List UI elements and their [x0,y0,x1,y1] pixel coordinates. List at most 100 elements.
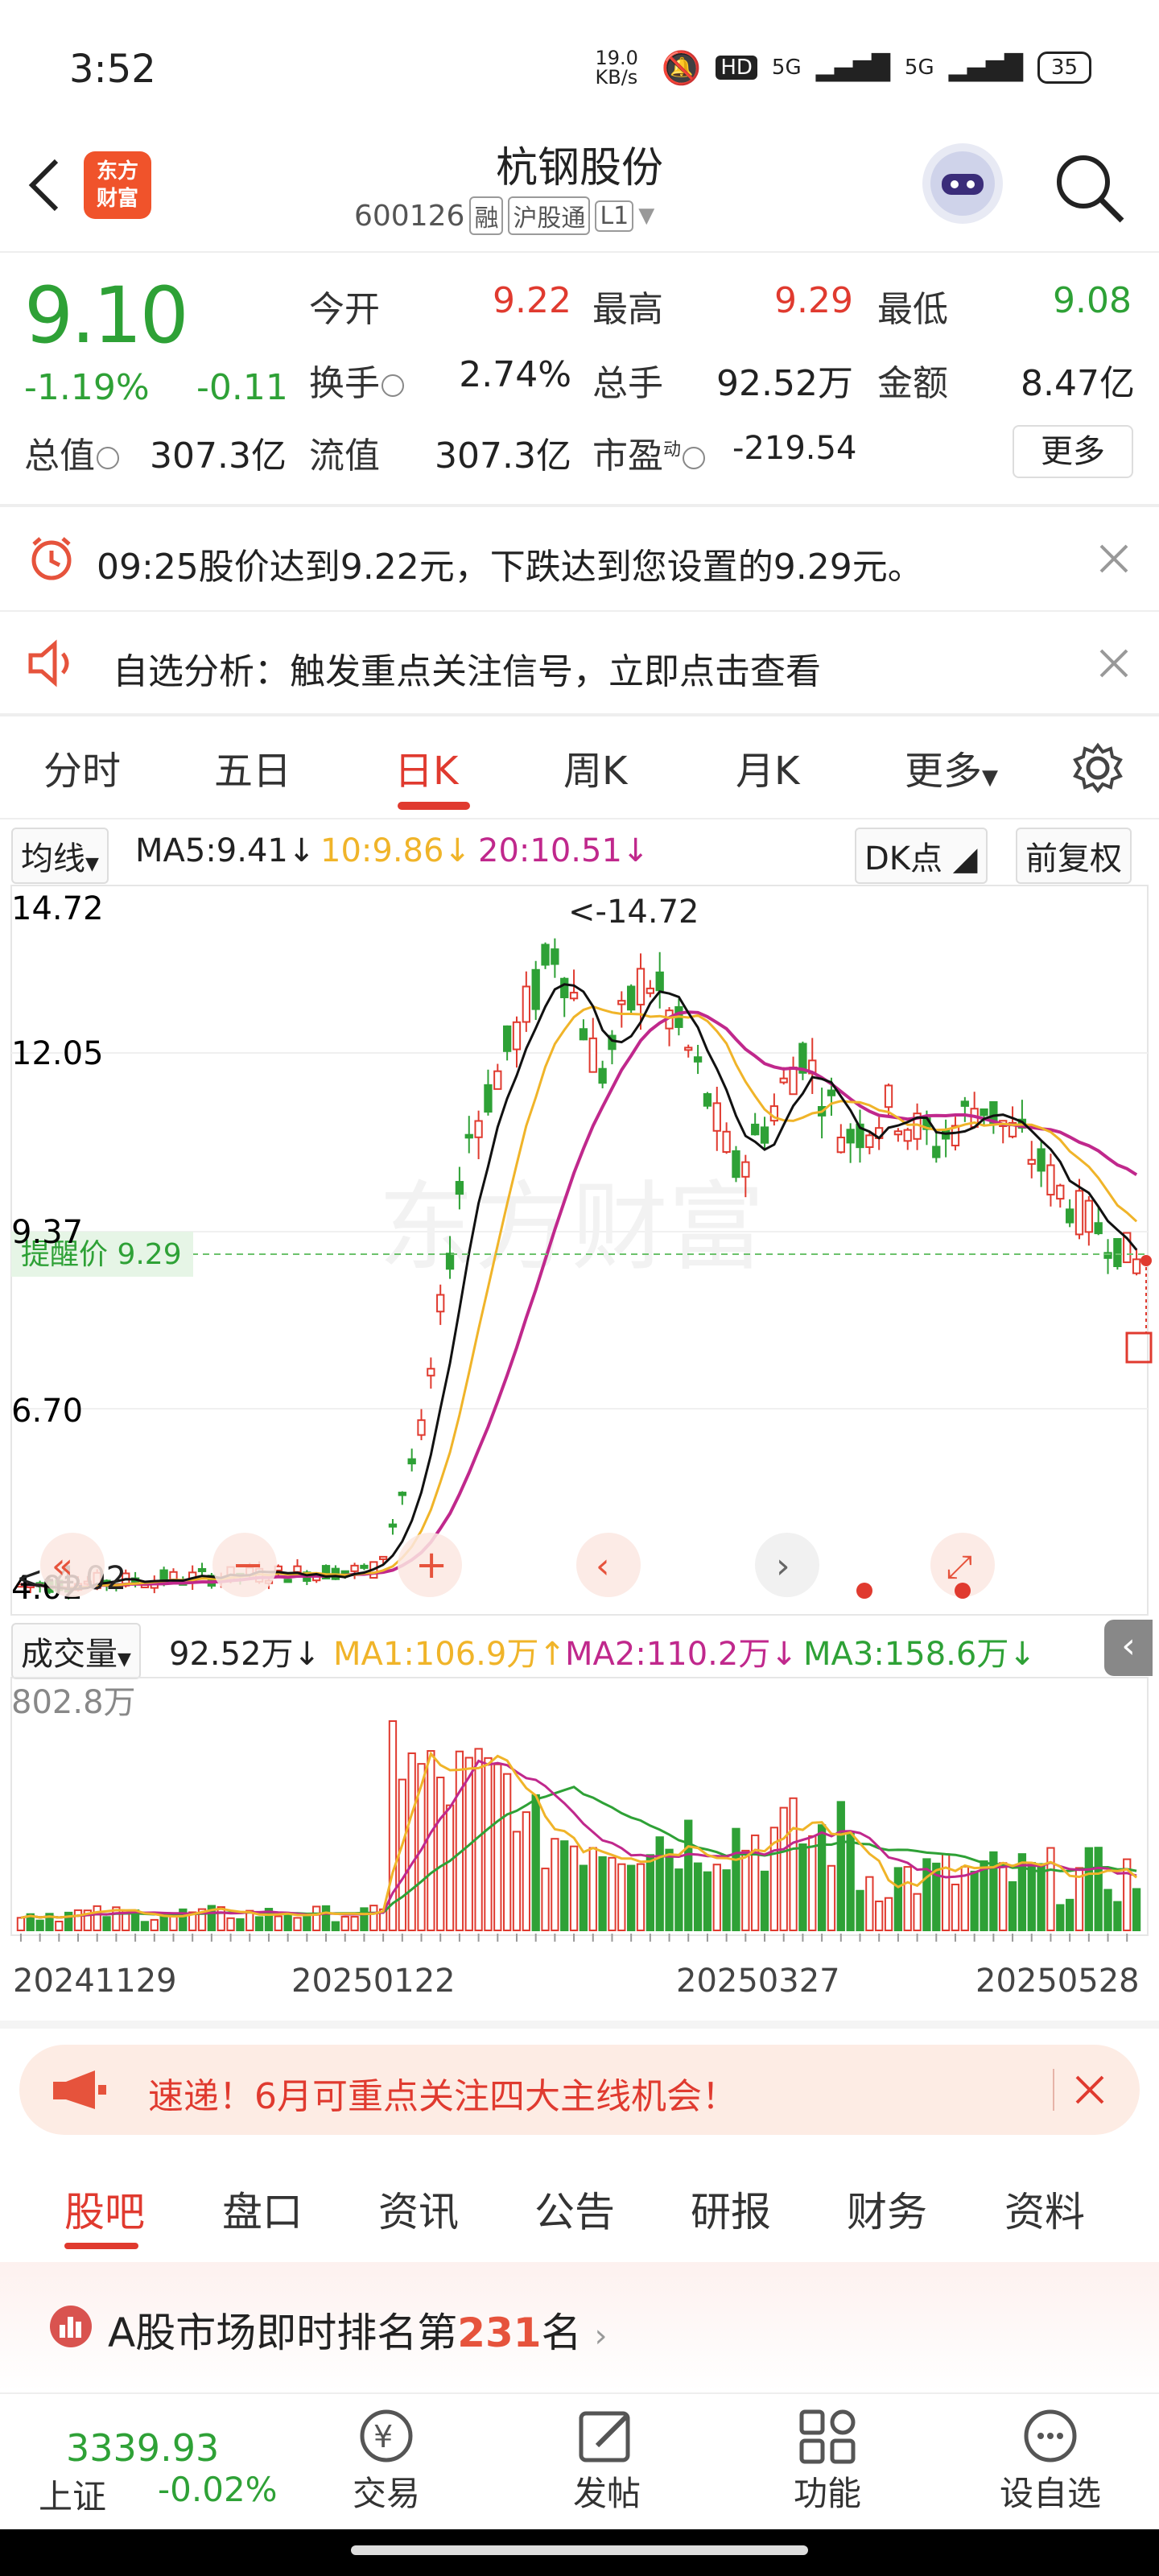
back-icon[interactable] [21,153,66,217]
volume-bar [1008,1880,1017,1931]
volume-bar [645,1854,655,1931]
volume-bar [427,1750,435,1931]
search-icon[interactable] [1051,150,1127,225]
date-label-1: 20241129 [13,1963,177,2000]
nav-trade[interactable]: ¥ 交易 [338,2405,435,2516]
nav-functions-label: 功能 [793,2474,861,2513]
info-icon[interactable] [683,447,706,469]
volume-bar [913,1893,922,1932]
volume-bar [893,1867,903,1931]
volume-bar [1132,1888,1141,1932]
volume-bar [569,1845,579,1931]
promo-banner[interactable]: 速递！6月可重点关注四大主线机会！ [19,2045,1140,2135]
volume-bar [598,1856,607,1932]
tab-five-day[interactable]: 五日 [214,739,291,795]
market-rank-text[interactable]: A股市场即时排名第231名 › [108,2301,608,2359]
nav-add-watchlist[interactable]: 设自选 [990,2405,1111,2516]
info-icon[interactable] [382,374,404,397]
plus-button[interactable]: + [398,1533,462,1597]
volume-selector[interactable]: 成交量▼ [11,1623,141,1679]
more-button[interactable]: 更多 [1013,425,1133,478]
tab-weekly-k[interactable]: 周K [563,739,627,795]
candle [360,1564,369,1569]
volume-bar [293,1917,302,1931]
volume-chart[interactable]: 802.8万 [0,1674,1159,1948]
volume-bar [254,1916,264,1931]
ma-selector[interactable]: 均线▼ [11,828,109,884]
tab-intraday[interactable]: 分时 [43,739,121,795]
chart-watermark: 东方财富 [378,1172,765,1284]
ma5-value: MA5:9.41↓ [135,832,316,869]
volume-bar [617,1863,626,1931]
candle [1065,1208,1074,1224]
minus-button[interactable]: − [212,1533,277,1597]
candle [445,1253,455,1270]
nav-post[interactable]: 发帖 [559,2405,655,2516]
svg-text:«: « [52,1546,73,1587]
alarm-clock-icon [31,537,72,580]
index-name[interactable]: 上证 [39,2470,106,2519]
status-bar: 3:52 19.0 KB/s 🔕 HD 5G ▂▄▆█ 5G ▂▄▆█ 35 [0,0,1159,137]
volume-bar [865,1876,874,1932]
analysis-notice[interactable]: 自选分析：触发重点关注信号，立即点击查看 [0,612,1159,716]
volume-bar [321,1905,331,1932]
tab-more[interactable]: 更多▼ [905,739,998,795]
candle [1027,1158,1036,1165]
nav-functions[interactable]: 功能 [779,2405,876,2516]
chevron-left-button[interactable]: ‹ [576,1533,641,1597]
subtab-announcements[interactable]: 公告 [534,2180,615,2238]
subtab-finance[interactable]: 财务 [847,2180,927,2238]
tab-monthly-k[interactable]: 月K [736,739,799,795]
adjust-button[interactable]: 前复权 [1016,828,1132,884]
info-icon[interactable] [97,447,119,469]
analysis-text: 自选分析：触发重点关注信号，立即点击查看 [113,651,821,692]
volume-bar [588,1847,597,1931]
candle [903,1129,912,1142]
high-value: 9.29 [774,280,853,321]
svg-text:›: › [776,1546,790,1587]
promo-text: 速递！6月可重点关注四大主线机会！ [148,2076,737,2117]
zoom-out-left-button[interactable]: « [40,1533,105,1597]
ma-indicator-row: 均线▼ MA5:9.41↓ 10:9.86↓ 20:10.51↓ DK点 ◢ 前… [0,819,1159,884]
close-icon[interactable] [1074,2074,1106,2106]
price-alert-notice[interactable]: 09:25股价达到9.22元，下跌达到您设置的9.29元。 [0,507,1159,612]
edit-icon [579,2411,630,2462]
volume-bar [798,1843,807,1931]
subtab-profile[interactable]: 资料 [1004,2180,1085,2238]
volume-bar [808,1835,817,1931]
vol-ma2: MA2:110.2万↓ [565,1636,798,1673]
index-change[interactable]: -0.02% [158,2470,278,2509]
dk-point-selector[interactable]: DK点 ◢ [855,828,988,884]
volume-bar [903,1866,912,1931]
more-dots-icon [1024,2409,1077,2462]
vol-ma3-line [20,1785,1137,1919]
index-value[interactable]: 3339.93 [66,2426,219,2470]
volume-bar [522,1811,530,1931]
dropdown-icon[interactable]: ▼ [638,204,654,228]
candle [741,1161,750,1178]
volume-max-label: 802.8万 [11,1684,136,1721]
volume-bar [1027,1861,1036,1932]
subtab-research[interactable]: 研报 [691,2180,771,2238]
volume-bar [1037,1863,1046,1931]
candlestick-chart[interactable]: 东方财富 提醒价 9.29 14.72 12.05 9.37 6.70 4.02… [0,882,1159,1623]
vol-ma2-line [20,1759,1137,1919]
candle [655,971,664,992]
close-icon[interactable] [1098,543,1130,575]
subtab-forum[interactable]: 股吧 [64,2180,145,2238]
chevron-right-button[interactable]: › [755,1533,819,1597]
collapse-panel-button[interactable]: ‹ [1104,1620,1153,1676]
settings-gear-icon[interactable] [1070,741,1125,795]
home-indicator[interactable] [351,2545,808,2555]
subtab-news[interactable]: 资讯 [378,2180,459,2238]
tab-daily-k[interactable]: 日K [394,739,458,795]
subtab-orderbook[interactable]: 盘口 [222,2180,303,2238]
open-value: 9.22 [493,280,571,321]
candle [197,1567,207,1572]
assistant-robot-icon[interactable] [922,143,1003,224]
svg-text:⤢: ⤢ [947,1549,972,1586]
volume-bar [941,1853,951,1931]
candle [560,977,569,998]
close-icon[interactable] [1098,647,1130,679]
volume-bar [980,1860,988,1931]
